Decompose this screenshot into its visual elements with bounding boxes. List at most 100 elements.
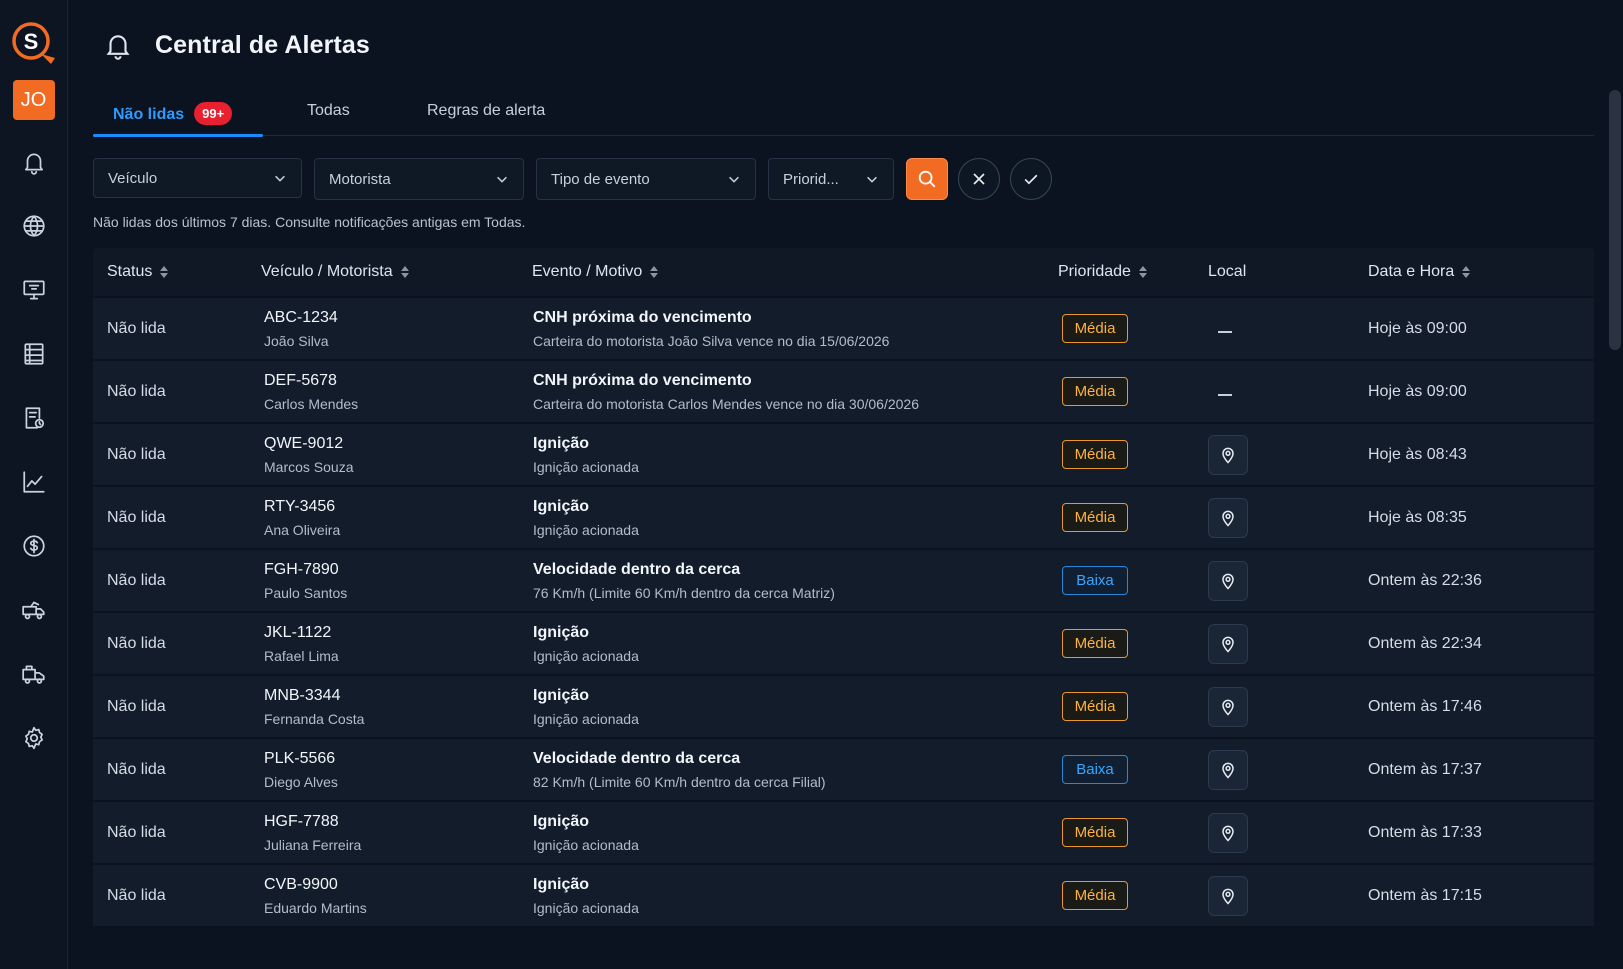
- event-title: Ignição: [533, 623, 590, 641]
- logo[interactable]: S: [11, 20, 57, 70]
- monitor-icon: [22, 280, 45, 300]
- priority-badge: Média: [1062, 818, 1128, 847]
- vehicle-plate: HGF-7788: [264, 812, 339, 830]
- datetime-cell: Hoje às 08:43: [1368, 445, 1467, 463]
- driver-name: Rafael Lima: [264, 647, 339, 664]
- event-title: Ignição: [533, 497, 590, 515]
- sidebar-item-map[interactable]: [14, 206, 54, 246]
- event-detail: Carteira do motorista João Silva vence n…: [533, 332, 890, 349]
- table-row[interactable]: Não lida ABC-1234 João Silva CNH próxima…: [93, 296, 1594, 359]
- priority-cell: Média: [1047, 818, 1197, 847]
- tab-all[interactable]: Todas: [263, 90, 393, 136]
- map-pin-icon: [1222, 510, 1234, 527]
- event-detail: Ignição acionada: [533, 899, 639, 916]
- sidebar-item-vehicles[interactable]: [14, 590, 54, 630]
- search-icon: [918, 170, 936, 188]
- driver-name: Paulo Santos: [264, 584, 348, 601]
- sidebar-item-analytics[interactable]: [14, 462, 54, 502]
- location-button[interactable]: [1208, 875, 1248, 916]
- location-button[interactable]: [1208, 749, 1248, 790]
- search-button[interactable]: [906, 158, 948, 200]
- column-label: Veículo / Motorista: [261, 263, 393, 280]
- table-row[interactable]: Não lida JKL-1122 Rafael Lima Ignição Ig…: [93, 611, 1594, 674]
- location-button[interactable]: [1208, 497, 1248, 538]
- table-row[interactable]: Não lida CVB-9900 Eduardo Martins Igniçã…: [93, 863, 1594, 926]
- location-cell: [1197, 320, 1357, 338]
- driver-name: Carlos Mendes: [264, 395, 359, 412]
- event-title: Ignição: [533, 875, 590, 893]
- sidebar-item-monitor[interactable]: [14, 270, 54, 310]
- driver-select[interactable]: Motorista: [314, 158, 524, 200]
- column-status[interactable]: Status: [93, 263, 250, 281]
- sidebar-item-reports[interactable]: [14, 398, 54, 438]
- priority-cell: Baixa: [1047, 566, 1197, 595]
- vehicle-driver-cell: FGH-7890 Paulo Santos: [250, 561, 521, 601]
- priority-cell: Baixa: [1047, 755, 1197, 784]
- event-cell: Velocidade dentro da cerca 82 Km/h (Limi…: [521, 750, 1047, 790]
- event-title: CNH próxima do vencimento: [533, 308, 752, 326]
- event-cell: Ignição Ignição acionada: [521, 624, 1047, 664]
- sidebar-item-finance[interactable]: [14, 526, 54, 566]
- mark-read-button[interactable]: [1010, 158, 1052, 200]
- sort-icon: [400, 266, 409, 278]
- tab-alert-rules[interactable]: Regras de alerta: [393, 90, 593, 136]
- event-title: Velocidade dentro da cerca: [533, 749, 741, 767]
- avatar[interactable]: JO: [12, 80, 55, 120]
- clear-filters-button[interactable]: [958, 158, 1000, 200]
- location-button[interactable]: [1208, 623, 1248, 664]
- location-cell: [1197, 623, 1357, 664]
- event-cell: CNH próxima do vencimento Carteira do mo…: [521, 309, 1047, 349]
- gear-icon: [24, 726, 43, 750]
- tab-bar: Não lidas 99+ Todas Regras de alerta: [93, 90, 1594, 137]
- location-button[interactable]: [1208, 434, 1248, 475]
- map-pin-icon: [1222, 825, 1234, 842]
- vehicle-select[interactable]: Veículo: [93, 158, 302, 198]
- driver-name: João Silva: [264, 332, 329, 349]
- event-type-select[interactable]: Tipo de evento: [536, 158, 756, 200]
- location-button[interactable]: [1208, 812, 1248, 853]
- scrollbar-thumb[interactable]: [1609, 90, 1621, 350]
- sidebar-item-settings[interactable]: [14, 718, 54, 758]
- column-location: Local: [1197, 263, 1357, 281]
- table-row[interactable]: Não lida QWE-9012 Marcos Souza Ignição I…: [93, 422, 1594, 485]
- event-detail: 76 Km/h (Limite 60 Km/h dentro da cerca …: [533, 584, 835, 601]
- priority-cell: Média: [1047, 881, 1197, 910]
- vehicle-driver-cell: HGF-7788 Juliana Ferreira: [250, 813, 521, 853]
- priority-select[interactable]: Priorid...: [768, 158, 894, 200]
- column-vehicle-driver[interactable]: Veículo / Motorista: [250, 263, 521, 281]
- event-detail: Ignição acionada: [533, 647, 639, 664]
- vehicle-driver-cell: QWE-9012 Marcos Souza: [250, 435, 521, 475]
- event-detail: Ignição acionada: [533, 836, 639, 853]
- status-cell: Não lida: [107, 319, 166, 337]
- driver-name: Ana Oliveira: [264, 521, 341, 538]
- table-row[interactable]: Não lida DEF-5678 Carlos Mendes CNH próx…: [93, 359, 1594, 422]
- driver-name: Diego Alves: [264, 773, 338, 790]
- priority-cell: Média: [1047, 629, 1197, 658]
- table-row[interactable]: Não lida FGH-7890 Paulo Santos Velocidad…: [93, 548, 1594, 611]
- table-row[interactable]: Não lida HGF-7788 Juliana Ferreira Igniç…: [93, 800, 1594, 863]
- location-button[interactable]: [1208, 560, 1248, 601]
- column-priority[interactable]: Prioridade: [1047, 263, 1197, 281]
- chevron-down-icon: [867, 176, 877, 183]
- status-cell: Não lida: [107, 886, 166, 904]
- event-detail: Ignição acionada: [533, 710, 639, 727]
- location-button[interactable]: [1208, 686, 1248, 727]
- vehicle-plate: RTY-3456: [264, 497, 336, 515]
- vehicle-plate: DEF-5678: [264, 371, 337, 389]
- map-pin-icon: [1222, 447, 1234, 464]
- sidebar-item-alerts[interactable]: [14, 142, 54, 182]
- priority-cell: Média: [1047, 377, 1197, 406]
- driver-name: Marcos Souza: [264, 458, 354, 475]
- priority-badge: Média: [1062, 377, 1128, 406]
- table-row[interactable]: Não lida MNB-3344 Fernanda Costa Ignição…: [93, 674, 1594, 737]
- column-datetime[interactable]: Data e Hora: [1357, 263, 1594, 281]
- table-row[interactable]: Não lida RTY-3456 Ana Oliveira Ignição I…: [93, 485, 1594, 548]
- tab-unread[interactable]: Não lidas 99+: [93, 90, 263, 137]
- sidebar-item-list[interactable]: [14, 334, 54, 374]
- sidebar-item-fleet[interactable]: [14, 654, 54, 694]
- table-row[interactable]: Não lida PLK-5566 Diego Alves Velocidade…: [93, 737, 1594, 800]
- status-cell: Não lida: [107, 697, 166, 715]
- unread-count-badge: 99+: [194, 102, 233, 125]
- priority-badge: Baixa: [1062, 566, 1128, 595]
- column-event[interactable]: Evento / Motivo: [521, 263, 1047, 281]
